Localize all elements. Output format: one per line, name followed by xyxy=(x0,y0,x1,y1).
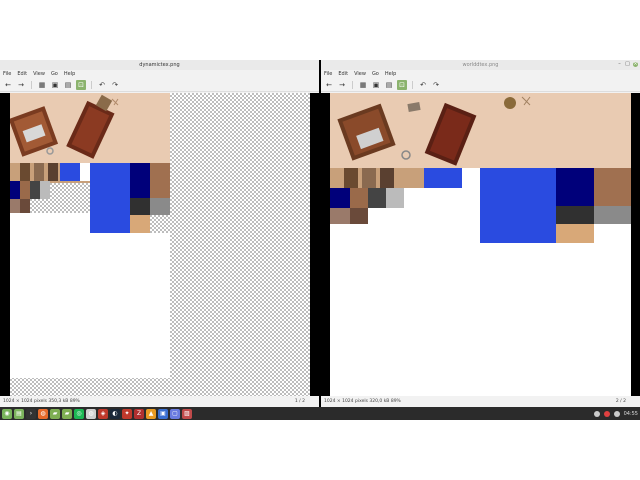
status-bar: 1024 × 1024 pixels 350,3 kB 89% 1 / 2 xyxy=(0,396,319,407)
thumbnail-icon[interactable]: ▦ xyxy=(358,80,368,90)
app4-icon[interactable]: ▣ xyxy=(158,408,168,419)
image-viewer-window-right: worlddtex.png – □ × File Edit View Go He… xyxy=(321,60,640,407)
gallery-icon[interactable]: ▣ xyxy=(50,80,60,90)
menu-go[interactable]: Go xyxy=(51,70,58,79)
menu-go[interactable]: Go xyxy=(372,70,379,79)
arrow-left-icon[interactable]: ← xyxy=(3,80,13,90)
system-tray: 04:55 xyxy=(593,407,638,420)
titlebar[interactable]: dynamictex.png xyxy=(0,60,319,70)
rotate-left-icon[interactable]: ↶ xyxy=(97,80,107,90)
taskbar-apps: ◉ ▤ › ◍ ▰ ▰ ◎ ◍ ◈ ◐ ✦ Z ▲ ▣ ▢ ▨ xyxy=(2,408,192,419)
status-bar: 1024 × 1024 pixels 320,0 kB 89% 2 / 2 xyxy=(321,396,640,407)
fit-icon[interactable]: ⊡ xyxy=(397,80,407,90)
arrow-left-icon[interactable]: ← xyxy=(324,80,334,90)
app2-icon[interactable]: ◈ xyxy=(98,408,108,419)
menu-icon[interactable]: ◉ xyxy=(2,408,12,419)
thumbnail-icon[interactable]: ▦ xyxy=(37,80,47,90)
window-title: dynamictex.png xyxy=(139,62,180,68)
filezilla-icon[interactable]: Z xyxy=(134,408,144,419)
toolbar-separator xyxy=(352,81,353,89)
firefox-icon[interactable]: ◍ xyxy=(38,408,48,419)
rotate-left-icon[interactable]: ↶ xyxy=(418,80,428,90)
app5-icon[interactable]: ▢ xyxy=(170,408,180,419)
app-icon[interactable]: ◍ xyxy=(86,408,96,419)
rotate-right-icon[interactable]: ↷ xyxy=(110,80,120,90)
minimize-icon[interactable]: – xyxy=(617,62,622,67)
steam-icon[interactable]: ◐ xyxy=(110,408,120,419)
network-icon[interactable] xyxy=(593,410,600,417)
spotify-icon[interactable]: ◎ xyxy=(74,408,84,419)
texture-image xyxy=(10,93,310,396)
toolbar: ← → ▦ ▣ ▤ ⊡ ↶ ↷ xyxy=(321,79,640,92)
toolbar-separator xyxy=(91,81,92,89)
toolbar-separator xyxy=(412,81,413,89)
image-info: 1024 × 1024 pixels 320,0 kB 89% xyxy=(324,399,401,404)
menu-edit[interactable]: Edit xyxy=(338,70,348,79)
maximize-icon[interactable]: □ xyxy=(625,62,630,67)
clock[interactable]: 04:55 xyxy=(624,411,638,417)
window-controls: – □ × xyxy=(617,62,638,68)
arrow-right-icon[interactable]: → xyxy=(16,80,26,90)
texture-atlas xyxy=(10,93,170,378)
terminal-icon[interactable]: › xyxy=(26,408,36,419)
titlebar[interactable]: worlddtex.png – □ × xyxy=(321,60,640,70)
window-title: worlddtex.png xyxy=(462,62,499,68)
app3-icon[interactable]: ✦ xyxy=(122,408,132,419)
menu-view[interactable]: View xyxy=(33,70,45,79)
page-indicator: 2 / 2 xyxy=(615,399,626,404)
image-viewer-icon[interactable]: ▨ xyxy=(182,408,192,419)
shield-icon[interactable] xyxy=(603,410,610,417)
arrow-right-icon[interactable]: → xyxy=(337,80,347,90)
grid-icon[interactable]: ▤ xyxy=(384,80,394,90)
desktop-background-bottom xyxy=(0,420,640,480)
menu-file[interactable]: File xyxy=(3,70,11,79)
toolbar-separator xyxy=(31,81,32,89)
texture-atlas xyxy=(330,93,631,243)
gallery-icon[interactable]: ▣ xyxy=(371,80,381,90)
menu-edit[interactable]: Edit xyxy=(17,70,27,79)
menu-bar: File Edit View Go Help xyxy=(321,70,640,79)
menu-bar: File Edit View Go Help xyxy=(0,70,319,79)
menu-view[interactable]: View xyxy=(354,70,366,79)
rotate-right-icon[interactable]: ↷ xyxy=(431,80,441,90)
image-info: 1024 × 1024 pixels 350,3 kB 89% xyxy=(3,399,80,404)
page-indicator: 1 / 2 xyxy=(294,399,305,404)
toolbar: ← → ▦ ▣ ▤ ⊡ ↶ ↷ xyxy=(0,79,319,92)
texture-image xyxy=(330,93,631,396)
menu-help[interactable]: Help xyxy=(385,70,396,79)
fit-icon[interactable]: ⊡ xyxy=(76,80,86,90)
close-icon[interactable]: × xyxy=(633,62,638,67)
menu-help[interactable]: Help xyxy=(64,70,75,79)
files-icon[interactable]: ▤ xyxy=(14,408,24,419)
taskbar: ◉ ▤ › ◍ ▰ ▰ ◎ ◍ ◈ ◐ ✦ Z ▲ ▣ ▢ ▨ 04:55 xyxy=(0,407,640,420)
volume-icon[interactable] xyxy=(613,410,620,417)
image-canvas[interactable] xyxy=(321,93,640,396)
image-viewer-window-left: dynamictex.png File Edit View Go Help ← … xyxy=(0,60,319,407)
image-canvas[interactable] xyxy=(0,93,319,396)
menu-file[interactable]: File xyxy=(324,70,332,79)
folder-icon[interactable]: ▰ xyxy=(50,408,60,419)
folder2-icon[interactable]: ▰ xyxy=(62,408,72,419)
grid-icon[interactable]: ▤ xyxy=(63,80,73,90)
desktop-background-top xyxy=(0,0,640,60)
vlc-icon[interactable]: ▲ xyxy=(146,408,156,419)
